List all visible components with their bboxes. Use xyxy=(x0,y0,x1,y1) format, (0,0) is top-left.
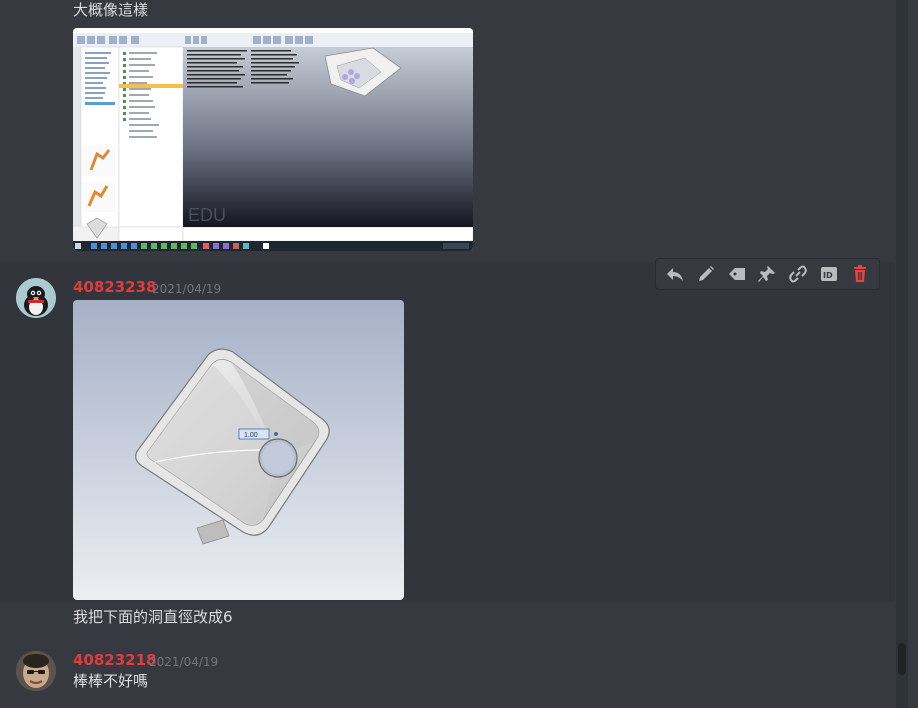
message-actions-toolbar: ID xyxy=(655,258,880,290)
screenshot-image: EDU xyxy=(73,28,473,251)
avatar[interactable] xyxy=(16,651,56,691)
edu-watermark: EDU xyxy=(188,205,226,225)
pin-icon xyxy=(758,266,776,282)
funnel-model-image: 1.00 xyxy=(73,300,404,600)
edit-icon xyxy=(699,266,715,281)
dimension-label: 1.00 xyxy=(244,432,258,439)
delete-button[interactable] xyxy=(848,262,872,286)
person-avatar-icon xyxy=(16,651,56,691)
penguin-avatar-icon xyxy=(16,278,56,318)
scrollbar-track[interactable] xyxy=(896,0,908,708)
reply-icon xyxy=(667,268,684,281)
screenshot-attachment[interactable]: EDU xyxy=(73,28,473,251)
pin-button[interactable] xyxy=(755,262,779,286)
svg-text:ID: ID xyxy=(823,271,833,280)
copy-id-button[interactable]: ID xyxy=(817,262,841,286)
funnel-image-attachment[interactable]: 1.00 xyxy=(73,300,404,600)
username[interactable]: 40823238 xyxy=(73,278,157,296)
reply-button[interactable] xyxy=(663,262,687,286)
message-text: 我把下面的洞直徑改成6 xyxy=(73,608,233,626)
timestamp: 2021/04/19 xyxy=(152,282,222,296)
link-icon xyxy=(789,265,807,283)
timestamp: 2021/04/19 xyxy=(149,655,219,669)
delete-icon xyxy=(853,265,866,282)
scrollbar-thumb[interactable] xyxy=(898,643,906,675)
id-icon: ID xyxy=(820,267,837,281)
message-text: 大概像這樣 xyxy=(73,1,149,19)
tag-icon xyxy=(728,268,745,280)
avatar[interactable] xyxy=(16,278,56,318)
tag-button[interactable] xyxy=(725,262,749,286)
copy-link-button[interactable] xyxy=(786,262,810,286)
message-text: 棒棒不好嗎 xyxy=(73,672,149,690)
edit-button[interactable] xyxy=(694,262,718,286)
username[interactable]: 40823218 xyxy=(73,651,157,669)
